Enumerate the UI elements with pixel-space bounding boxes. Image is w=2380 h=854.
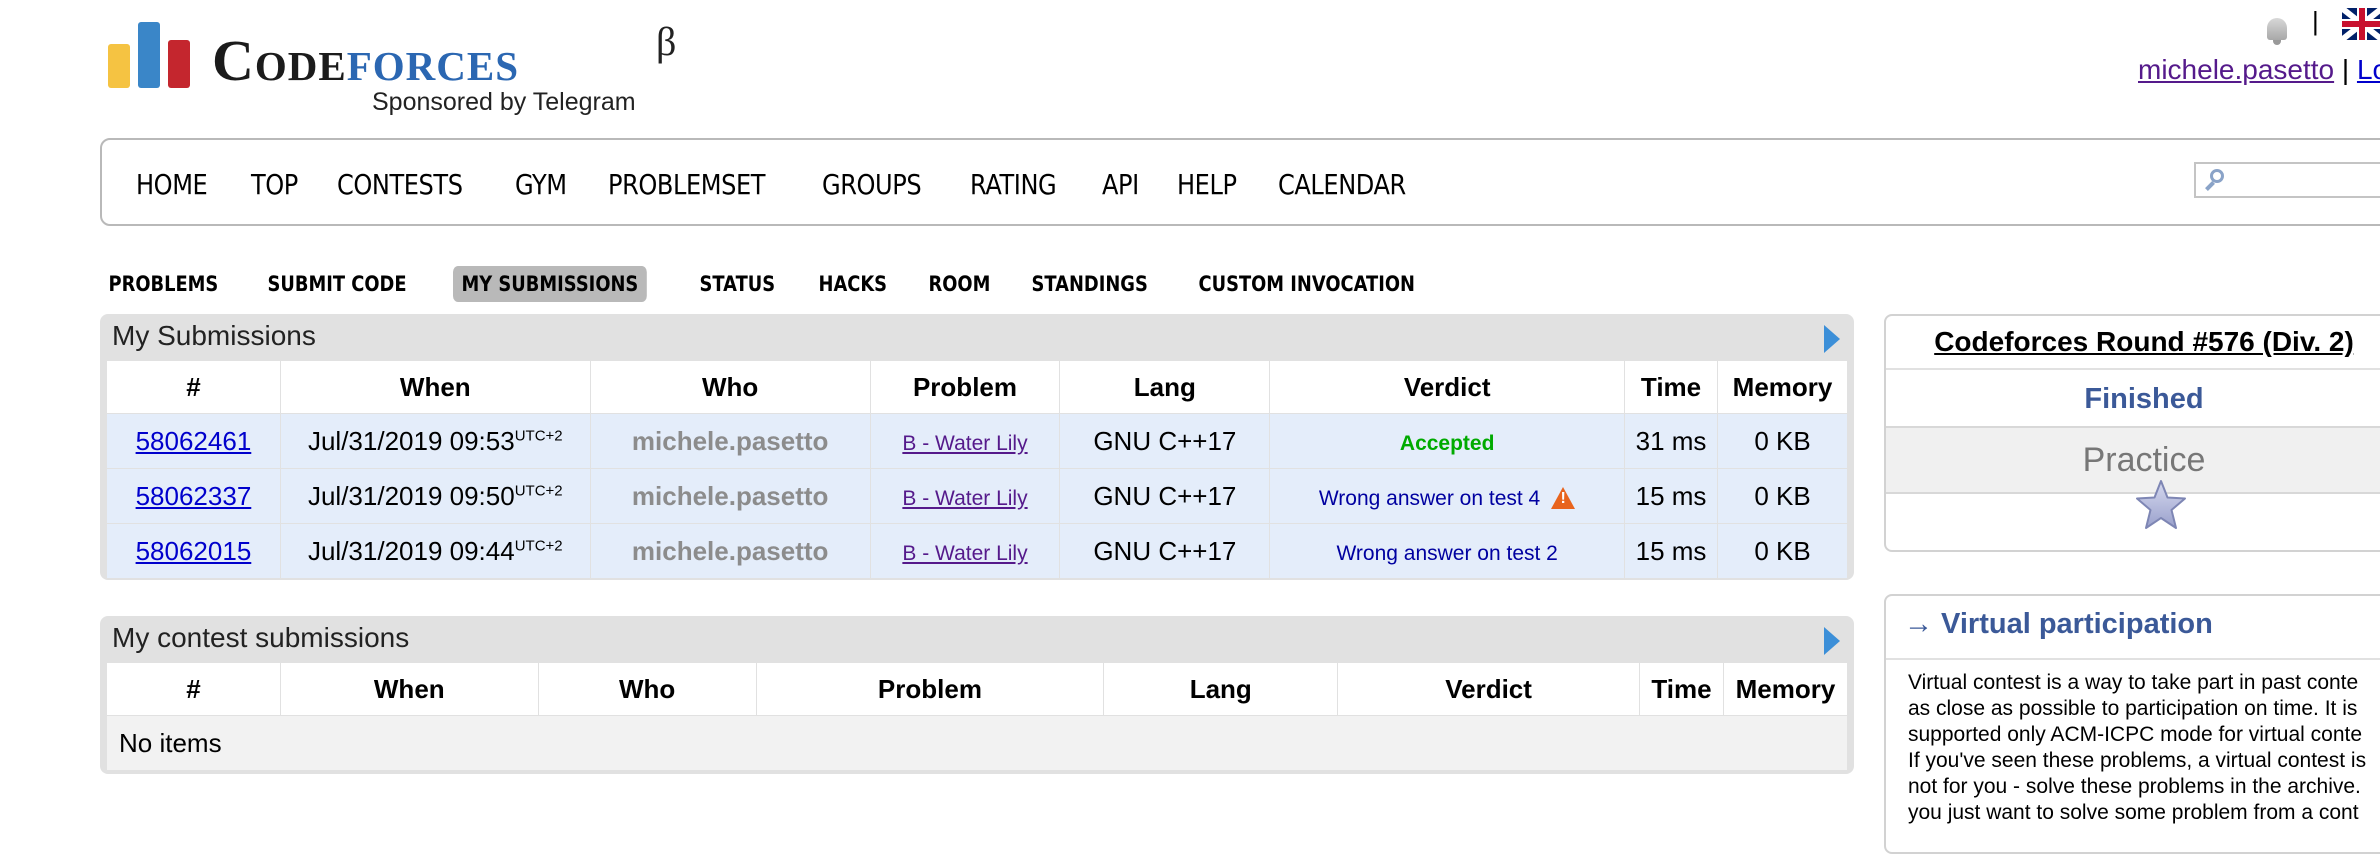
panel-title: My Submissions <box>112 320 316 351</box>
problem-link[interactable]: B - Water Lily <box>902 432 1027 455</box>
col-time: Time <box>1624 360 1719 414</box>
search-input[interactable] <box>2194 162 2380 198</box>
memory-used: 0 KB <box>1717 413 1848 469</box>
beta-mark: β <box>656 19 677 64</box>
col-id: # <box>106 662 281 716</box>
contest-submissions-table: # When Who Problem Lang Verdict Time Mem… <box>106 662 1849 771</box>
submission-id-link[interactable]: 58062015 <box>136 536 252 566</box>
username-link[interactable]: michele.pasetto <box>2138 54 2334 85</box>
table-header: # When Who Problem Lang Verdict Time Mem… <box>106 360 1848 414</box>
tab-standings[interactable]: STANDINGS <box>1023 266 1156 302</box>
search-icon <box>2202 167 2228 195</box>
logo-bars-icon <box>108 22 192 88</box>
problem-link[interactable]: B - Water Lily <box>902 487 1027 510</box>
author-link[interactable]: michele.pasetto <box>632 481 829 511</box>
language: GNU C++17 <box>1059 468 1271 524</box>
uk-flag-icon[interactable] <box>2342 8 2380 40</box>
exec-time: 31 ms <box>1624 413 1719 469</box>
submission-id-link[interactable]: 58062337 <box>136 481 252 511</box>
tab-my-submissions[interactable]: MY SUBMISSIONS <box>452 266 647 302</box>
tab-problems[interactable]: PROBLEMS <box>100 266 227 302</box>
logout-link[interactable]: Lo <box>2357 54 2380 85</box>
col-memory: Memory <box>1717 360 1848 414</box>
col-problem: Problem <box>755 662 1105 716</box>
star-icon[interactable] <box>2134 478 2188 532</box>
verdict-wrong[interactable]: Wrong answer on test 2 <box>1336 542 1557 565</box>
tab-status[interactable]: STATUS <box>691 266 784 302</box>
submission-time: Jul/31/2019 09:50UTC+2 <box>279 468 591 524</box>
no-items-message: No items <box>106 715 1848 771</box>
round-title: Codeforces Round #576 (Div. 2) <box>1886 316 2380 368</box>
col-when: When <box>279 662 539 716</box>
menu-problemset[interactable]: PROBLEMSET <box>608 168 765 201</box>
table-row: 58062337 Jul/31/2019 09:50UTC+2 michele.… <box>106 468 1848 524</box>
tab-submit-code[interactable]: SUBMIT CODE <box>259 266 415 302</box>
table-row: 58062015 Jul/31/2019 09:44UTC+2 michele.… <box>106 523 1848 579</box>
contest-submissions-panel: My contest submissions # When Who Proble… <box>100 616 1854 774</box>
language: GNU C++17 <box>1059 523 1271 579</box>
menu-help[interactable]: HELP <box>1177 168 1237 201</box>
panel-title: My contest submissions <box>112 622 410 653</box>
language: GNU C++17 <box>1059 413 1271 469</box>
tab-room[interactable]: ROOM <box>920 266 999 302</box>
notification-bell-icon[interactable] <box>2262 14 2292 46</box>
submissions-table: # When Who Problem Lang Verdict Time Mem… <box>106 360 1848 579</box>
verdict-accepted[interactable]: Accepted <box>1400 432 1495 455</box>
memory-used: 0 KB <box>1717 523 1848 579</box>
menu-rating[interactable]: RATING <box>970 168 1057 201</box>
sponsor-text: Sponsored by Telegram <box>372 88 636 116</box>
col-verdict: Verdict <box>1269 360 1626 414</box>
round-title-link[interactable]: Codeforces Round #576 (Div. 2) <box>1934 326 2354 357</box>
col-verdict: Verdict <box>1337 662 1640 716</box>
virtual-participation-box: → Virtual participation Virtual contest … <box>1884 594 2380 854</box>
menu-calendar[interactable]: CALENDAR <box>1278 168 1406 201</box>
contest-menu: PROBLEMS SUBMIT CODE MY SUBMISSIONS STAT… <box>100 266 1475 302</box>
tab-custom-invocation[interactable]: CUSTOM INVOCATION <box>1190 266 1423 302</box>
logo-wordmark: Codeforces <box>212 28 520 93</box>
col-problem: Problem <box>869 360 1061 414</box>
round-status: Finished <box>1886 368 2380 428</box>
expand-arrow-icon[interactable] <box>1824 627 1840 655</box>
expand-arrow-icon[interactable] <box>1824 325 1840 353</box>
menu-groups[interactable]: GROUPS <box>822 168 922 201</box>
user-separator: | <box>2341 54 2350 85</box>
codeforces-logo[interactable]: Codeforces β Sponsored by Telegram <box>108 18 708 118</box>
table-row: 58062461 Jul/31/2019 09:53UTC+2 michele.… <box>106 413 1848 469</box>
menu-contests[interactable]: CONTESTS <box>337 168 463 201</box>
verdict-wrong[interactable]: Wrong answer on test 4 <box>1319 487 1540 510</box>
col-time: Time <box>1638 662 1724 716</box>
col-when: When <box>279 360 591 414</box>
topbar-separator: | <box>2312 6 2319 36</box>
col-who: Who <box>537 662 757 716</box>
memory-used: 0 KB <box>1717 468 1848 524</box>
col-memory: Memory <box>1722 662 1849 716</box>
menu-gym[interactable]: GYM <box>515 168 567 201</box>
round-info-box: Codeforces Round #576 (Div. 2) Finished … <box>1884 314 2380 552</box>
my-submissions-panel: My Submissions # When Who Problem Lang V… <box>100 314 1854 580</box>
exec-time: 15 ms <box>1624 468 1719 524</box>
submission-time: Jul/31/2019 09:53UTC+2 <box>279 413 591 469</box>
round-phase: Practice <box>1886 426 2380 494</box>
virtual-participation-text: Virtual contest is a way to take part in… <box>1908 671 2367 824</box>
main-menu: HOME TOP CONTESTS GYM PROBLEMSET GROUPS … <box>100 138 2380 226</box>
menu-home[interactable]: HOME <box>136 168 208 201</box>
problem-link[interactable]: B - Water Lily <box>902 542 1027 565</box>
col-lang: Lang <box>1103 662 1339 716</box>
col-id: # <box>106 360 281 414</box>
author-link[interactable]: michele.pasetto <box>632 536 829 566</box>
menu-top[interactable]: TOP <box>251 168 298 201</box>
author-link[interactable]: michele.pasetto <box>632 426 829 456</box>
submission-id-link[interactable]: 58062461 <box>136 426 252 456</box>
user-line: michele.pasetto | Lo <box>2138 54 2380 86</box>
exec-time: 15 ms <box>1624 523 1719 579</box>
table-header: # When Who Problem Lang Verdict Time Mem… <box>106 662 1849 716</box>
table-row: No items <box>106 715 1848 771</box>
col-lang: Lang <box>1059 360 1271 414</box>
col-who: Who <box>589 360 871 414</box>
menu-api[interactable]: API <box>1102 168 1139 201</box>
warning-icon[interactable]: ! <box>1551 486 1576 509</box>
submission-time: Jul/31/2019 09:44UTC+2 <box>279 523 591 579</box>
tab-hacks[interactable]: HACKS <box>810 266 896 302</box>
virtual-participation-title[interactable]: → Virtual participation <box>1904 608 2213 641</box>
